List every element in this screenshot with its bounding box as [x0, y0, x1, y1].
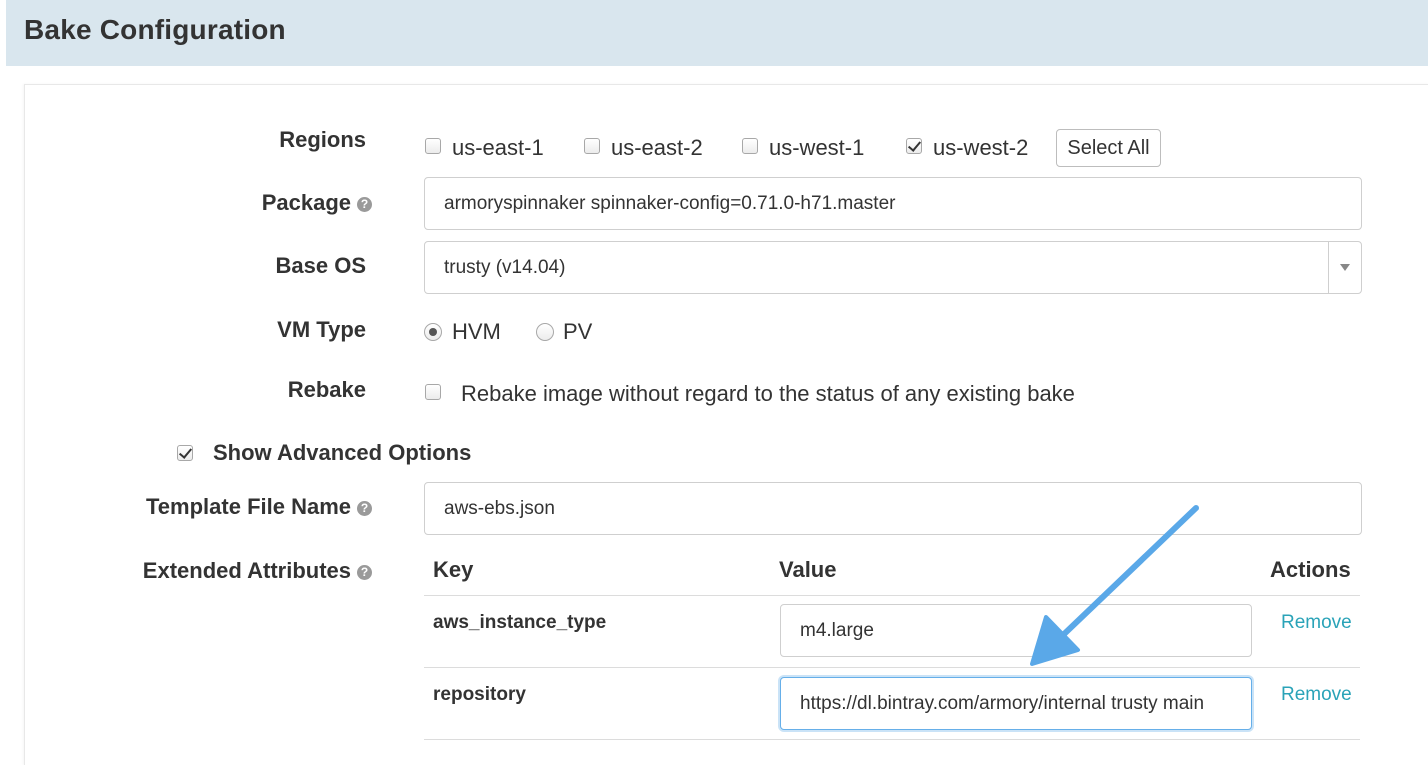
region-us-west-2-label[interactable]: us-west-2 [933, 135, 1028, 161]
attribute-key: repository [433, 684, 526, 705]
template-file-label-text: Template File Name [146, 494, 351, 519]
regions-label: Regions [279, 127, 366, 152]
attribute-value-input[interactable]: m4.large [780, 604, 1252, 657]
attribute-value-input[interactable]: https://dl.bintray.com/armory/internal t… [780, 677, 1252, 730]
rebake-checkbox[interactable] [425, 384, 441, 400]
package-label: Package? [150, 190, 372, 216]
region-us-east-1-checkbox[interactable] [425, 138, 441, 154]
rebake-description[interactable]: Rebake image without regard to the statu… [461, 381, 1075, 407]
show-advanced-checkbox[interactable] [177, 445, 193, 461]
extended-attributes-label: Extended Attributes? [100, 558, 372, 584]
template-file-label: Template File Name? [100, 494, 372, 520]
vm-type-pv-radio[interactable] [536, 323, 554, 341]
region-us-west-2-checkbox[interactable] [906, 138, 922, 154]
base-os-label: Base OS [275, 253, 367, 278]
extended-attributes-label-text: Extended Attributes [142, 558, 351, 583]
help-icon[interactable]: ? [357, 565, 372, 580]
template-file-input[interactable]: aws-ebs.json [424, 482, 1362, 535]
column-header-value: Value [779, 557, 837, 582]
region-us-west-1-label[interactable]: us-west-1 [769, 135, 864, 161]
page-title: Bake Configuration [24, 14, 286, 45]
select-divider [1328, 242, 1329, 293]
region-us-east-1-label[interactable]: us-east-1 [452, 135, 544, 161]
package-label-text: Package [261, 190, 351, 215]
attribute-key: aws_instance_type [433, 612, 607, 633]
region-us-east-2-checkbox[interactable] [584, 138, 600, 154]
page-header: Bake Configuration [6, 0, 1428, 66]
column-header-actions: Actions [1270, 557, 1351, 582]
vm-type-pv-label[interactable]: PV [563, 319, 592, 345]
vm-type-label: VM Type [277, 317, 366, 342]
show-advanced-label[interactable]: Show Advanced Options [213, 440, 471, 466]
help-icon[interactable]: ? [357, 501, 372, 516]
chevron-down-icon [1340, 264, 1350, 271]
package-input[interactable]: armoryspinnaker spinnaker-config=0.71.0-… [424, 177, 1362, 230]
region-us-east-2-label[interactable]: us-east-2 [611, 135, 703, 161]
table-divider [424, 739, 1360, 740]
remove-link[interactable]: Remove [1281, 684, 1352, 706]
base-os-select[interactable]: trusty (v14.04) [424, 241, 1362, 294]
base-os-value: trusty (v14.04) [444, 257, 566, 278]
table-divider [424, 595, 1360, 596]
help-icon[interactable]: ? [357, 197, 372, 212]
column-header-key: Key [433, 557, 474, 582]
vm-type-hvm-radio[interactable] [424, 323, 442, 341]
table-divider [424, 667, 1360, 668]
select-all-button[interactable]: Select All [1056, 129, 1161, 167]
vm-type-hvm-label[interactable]: HVM [452, 319, 501, 345]
remove-link[interactable]: Remove [1281, 612, 1352, 634]
region-us-west-1-checkbox[interactable] [742, 138, 758, 154]
rebake-label: Rebake [287, 377, 366, 402]
